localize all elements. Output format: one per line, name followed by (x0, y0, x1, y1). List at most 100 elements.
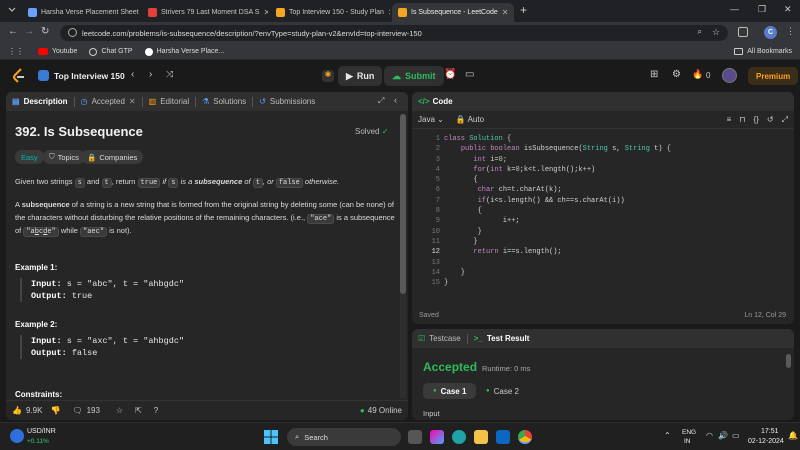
clock-time[interactable]: 17:51 (761, 428, 779, 435)
reset-icon[interactable]: ↺ (767, 115, 774, 124)
task-view-icon[interactable] (408, 430, 422, 444)
forward-icon[interactable]: → (24, 26, 34, 37)
scrollbar-thumb[interactable] (786, 354, 791, 368)
dislike-icon[interactable]: 👎 (50, 406, 60, 415)
zoom-icon[interactable]: ⌕ (698, 27, 702, 37)
expand-icon[interactable]: ⤢ (782, 115, 788, 125)
flask-icon: ⚗ (202, 97, 210, 106)
format-icon[interactable]: ≡ (727, 115, 732, 124)
browser-tab-active[interactable]: Is Subsequence - LeetCode ✕ (392, 3, 514, 22)
stock-widget-icon[interactable] (10, 429, 24, 443)
close-tab-icon[interactable]: ✕ (388, 8, 390, 17)
auto-mode-toggle[interactable]: 🔒 Auto (456, 115, 484, 124)
code-t: t (252, 178, 263, 188)
browser-tab-3[interactable]: Top Interview 150 - Study Plan ✕ (270, 3, 390, 22)
line-number: 15 (431, 279, 440, 288)
code-editor[interactable]: class Solution { public boolean isSubseq… (444, 134, 780, 288)
tab-submissions[interactable]: ↺ Submissions (253, 92, 321, 111)
run-button[interactable]: ▶ Run (338, 66, 383, 86)
bookmark-youtube[interactable]: Youtube (38, 48, 77, 55)
volume-icon[interactable]: 🔊 (718, 431, 728, 440)
code-line: } (444, 227, 482, 236)
notification-bell-icon[interactable]: 🔔 (788, 431, 798, 440)
user-avatar[interactable] (722, 68, 737, 83)
bookmark-chatgpt[interactable]: Chat GTP (89, 47, 133, 56)
like-icon[interactable]: 👍 (12, 406, 22, 415)
companies-chip[interactable]: 🔒 Companies (81, 150, 144, 164)
tab-test-result[interactable]: >_ Test Result (468, 329, 536, 348)
minimize-icon[interactable]: — (730, 4, 739, 14)
apps-grid-icon[interactable]: ⋮⋮ (8, 47, 24, 56)
tab-solutions[interactable]: ⚗ Solutions (196, 92, 252, 111)
comment-icon[interactable]: 🗨 (72, 406, 82, 415)
tab-description[interactable]: ▤ Description (6, 92, 74, 111)
tab-testcase[interactable]: ☑ Testcase (412, 329, 467, 348)
linkedin-icon[interactable] (496, 430, 510, 444)
study-plan-title[interactable]: Top Interview 150 (54, 71, 125, 81)
menu-icon[interactable]: ⋮ (786, 26, 795, 37)
difficulty-badge[interactable]: Easy (15, 150, 44, 164)
url-field[interactable]: leetcode.com/problems/is-subsequence/des… (60, 25, 728, 41)
layout-grid-icon[interactable]: ⊞ (650, 69, 658, 80)
language-in[interactable]: IN (684, 438, 691, 445)
tab-accepted[interactable]: ◷ Accepted ✕ (75, 92, 142, 111)
premium-button[interactable]: Premium (748, 67, 799, 85)
bookmark-icon[interactable]: ⊓ (739, 115, 745, 124)
extensions-icon[interactable] (738, 27, 748, 37)
description-scrollbar[interactable] (400, 114, 406, 398)
submit-button[interactable]: ☁ Submit (384, 66, 444, 86)
close-tab-icon[interactable]: ✕ (129, 97, 136, 106)
taskbar-search-box[interactable]: ⌕ Search (287, 428, 401, 446)
bookmark-harsha[interactable]: Harsha Verse Place... (144, 47, 224, 56)
streak-icon[interactable]: 🔥 (692, 69, 703, 80)
next-problem-icon[interactable]: › (149, 69, 152, 80)
wifi-icon[interactable]: ◠ (706, 431, 713, 440)
result-scrollbar[interactable] (786, 354, 792, 414)
all-bookmarks[interactable]: All Bookmarks (734, 48, 792, 55)
shuffle-icon[interactable]: ⤨ (166, 69, 173, 80)
debug-icon[interactable]: ✱ (322, 70, 334, 82)
topics-chip[interactable]: ⛉ Topics (43, 150, 85, 164)
clock-date[interactable]: 02-12-2024 (748, 438, 784, 445)
copilot-icon[interactable] (430, 430, 444, 444)
close-window-icon[interactable]: ✕ (784, 4, 792, 15)
tab-search-icon[interactable] (7, 5, 17, 15)
case-2-button[interactable]: ● Case 2 (478, 383, 527, 399)
language-select[interactable]: Java ⌄ (418, 115, 444, 124)
file-explorer-icon[interactable] (474, 430, 488, 444)
notes-icon[interactable]: ▭ (465, 69, 474, 80)
chrome-icon[interactable] (518, 430, 532, 444)
share-icon[interactable]: ⇱ (135, 406, 142, 415)
restore-icon[interactable]: ❐ (758, 4, 766, 15)
timer-icon[interactable]: ⏰ (444, 69, 456, 80)
leetcode-logo[interactable] (12, 68, 26, 84)
maximize-panel-icon[interactable]: ⤢ (378, 96, 384, 106)
windows-start-icon[interactable] (264, 430, 278, 444)
reload-icon[interactable]: ↻ (41, 26, 49, 37)
battery-icon[interactable]: ▭ (732, 431, 740, 440)
settings-icon[interactable]: ⚙ (672, 69, 681, 80)
profile-avatar[interactable]: C (764, 26, 777, 39)
tray-chevron-icon[interactable]: ⌃ (664, 431, 671, 440)
close-tab-icon[interactable]: ✕ (502, 8, 509, 17)
browser-tab-1[interactable]: Harsha Verse Placement Sheet ✕ (22, 3, 140, 22)
tab-editorial[interactable]: ▥ Editorial (143, 92, 195, 111)
example-2-block: Input: s = "axc", t = "ahbgdc" Output: f… (20, 335, 184, 359)
browser-tab-2[interactable]: Strivers 79 Last Moment DSA S ✕ (142, 3, 268, 22)
favorite-star-icon[interactable]: ☆ (116, 406, 123, 415)
edge-icon[interactable] (452, 430, 466, 444)
collapse-panel-icon[interactable]: ‹ (394, 95, 397, 105)
language-en[interactable]: ENG (682, 429, 696, 436)
text: e" (47, 228, 56, 236)
new-tab-icon[interactable]: + (520, 3, 527, 17)
help-icon[interactable]: ? (154, 406, 158, 415)
bookmark-star-icon[interactable]: ☆ (712, 27, 720, 38)
prev-problem-icon[interactable]: ‹ (131, 69, 134, 80)
close-tab-icon[interactable]: ✕ (263, 8, 268, 17)
input-value: s = "abc", t = "ahbgdc" (61, 279, 185, 289)
case-1-button[interactable]: ● Case 1 (423, 383, 477, 399)
braces-icon[interactable]: {} (754, 115, 759, 124)
back-icon[interactable]: ← (8, 26, 18, 37)
scrollbar-thumb[interactable] (400, 114, 406, 294)
site-info-icon[interactable] (68, 28, 77, 37)
